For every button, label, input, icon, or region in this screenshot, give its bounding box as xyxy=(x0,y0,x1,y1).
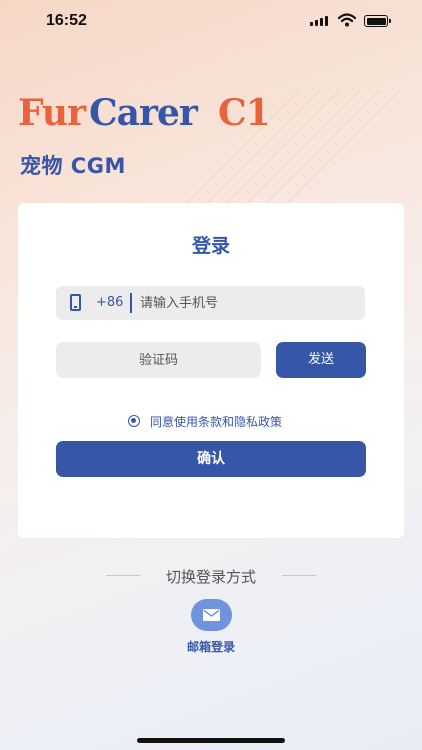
login-card: 登录 +86 发送 同意使用条款和隐私政策 确认 xyxy=(18,203,404,538)
home-indicator xyxy=(137,738,285,743)
email-login-label[interactable]: 邮箱登录 xyxy=(170,638,252,655)
signal-icon xyxy=(310,16,328,26)
phone-input[interactable] xyxy=(140,286,355,320)
status-time: 16:52 xyxy=(46,12,87,29)
phone-field[interactable]: +86 xyxy=(56,286,365,320)
login-title: 登录 xyxy=(191,235,230,257)
wifi-icon xyxy=(338,13,356,27)
radio-selected-icon[interactable] xyxy=(128,415,140,427)
svg-text:C1: C1 xyxy=(218,92,270,132)
send-code-button[interactable]: 发送 xyxy=(276,342,366,378)
furcarer-logo: Fur Carer C1 xyxy=(18,92,271,132)
phone-icon xyxy=(70,294,81,311)
code-field[interactable] xyxy=(56,342,261,378)
country-code[interactable]: +86 xyxy=(96,295,123,310)
battery-icon xyxy=(364,15,391,27)
verification-code-input[interactable] xyxy=(56,342,261,378)
switch-login-row: 切换登录方式 xyxy=(0,566,422,586)
email-login-button[interactable] xyxy=(191,599,232,631)
svg-text:Fur: Fur xyxy=(18,92,87,132)
svg-text:Carer: Carer xyxy=(89,92,199,132)
app-subtitle: 宠物 CGM xyxy=(20,154,126,178)
mail-icon xyxy=(203,609,220,621)
confirm-button[interactable]: 确认 xyxy=(56,441,366,477)
divider-right xyxy=(282,575,316,576)
phone-divider xyxy=(130,293,132,313)
switch-login-label: 切换登录方式 xyxy=(165,568,256,586)
status-bar: 16:52 xyxy=(0,0,422,44)
agreement-row[interactable]: 同意使用条款和隐私政策 xyxy=(128,412,282,430)
agreement-text[interactable]: 同意使用条款和隐私政策 xyxy=(150,413,282,430)
